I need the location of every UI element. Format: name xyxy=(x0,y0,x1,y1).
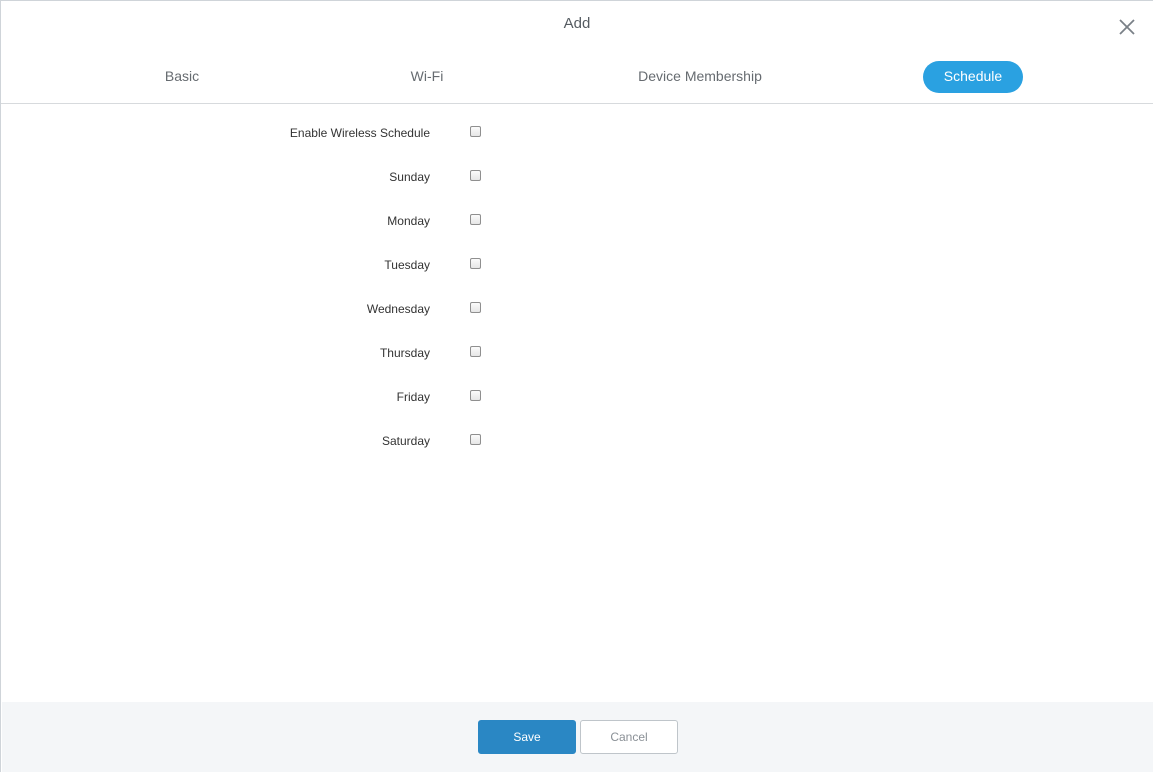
form-row-friday: Friday xyxy=(1,375,601,419)
form-row-tuesday: Tuesday xyxy=(1,243,601,287)
add-dialog: Add Basic Wi-Fi Device Membership Schedu… xyxy=(0,0,1153,772)
tuesday-checkbox[interactable] xyxy=(470,258,481,269)
enable-wireless-schedule-checkbox[interactable] xyxy=(470,126,481,137)
form-label: Wednesday xyxy=(366,302,430,316)
tab-bar: Basic Wi-Fi Device Membership Schedule xyxy=(1,61,1153,93)
form-label: Sunday xyxy=(389,170,430,184)
thursday-checkbox[interactable] xyxy=(470,346,481,357)
save-button[interactable]: Save xyxy=(478,720,576,754)
friday-checkbox[interactable] xyxy=(470,390,481,401)
form-label: Enable Wireless Schedule xyxy=(289,126,430,140)
form-row-monday: Monday xyxy=(1,199,601,243)
tab-device-membership[interactable]: Device Membership xyxy=(625,61,775,93)
form-label: Monday xyxy=(387,214,430,228)
form-row-thursday: Thursday xyxy=(1,331,601,375)
saturday-checkbox[interactable] xyxy=(470,434,481,445)
form-row-enable-wireless-schedule: Enable Wireless Schedule xyxy=(1,111,601,155)
monday-checkbox[interactable] xyxy=(470,214,481,225)
dialog-footer: Save Cancel xyxy=(2,702,1153,772)
form-row-saturday: Saturday xyxy=(1,419,601,463)
form-label: Saturday xyxy=(381,434,430,448)
dialog-title: Add xyxy=(563,15,591,32)
tab-schedule[interactable]: Schedule xyxy=(923,61,1023,93)
form-label: Tuesday xyxy=(384,258,430,272)
cancel-button[interactable]: Cancel xyxy=(580,720,678,754)
close-icon[interactable] xyxy=(1117,17,1137,37)
form-label: Thursday xyxy=(379,346,430,360)
tab-divider xyxy=(1,103,1153,104)
sunday-checkbox[interactable] xyxy=(470,170,481,181)
form-row-wednesday: Wednesday xyxy=(1,287,601,331)
wednesday-checkbox[interactable] xyxy=(470,302,481,313)
tab-basic[interactable]: Basic xyxy=(132,61,232,93)
form-row-sunday: Sunday xyxy=(1,155,601,199)
tab-wifi[interactable]: Wi-Fi xyxy=(377,61,477,93)
form-label: Friday xyxy=(396,390,430,404)
